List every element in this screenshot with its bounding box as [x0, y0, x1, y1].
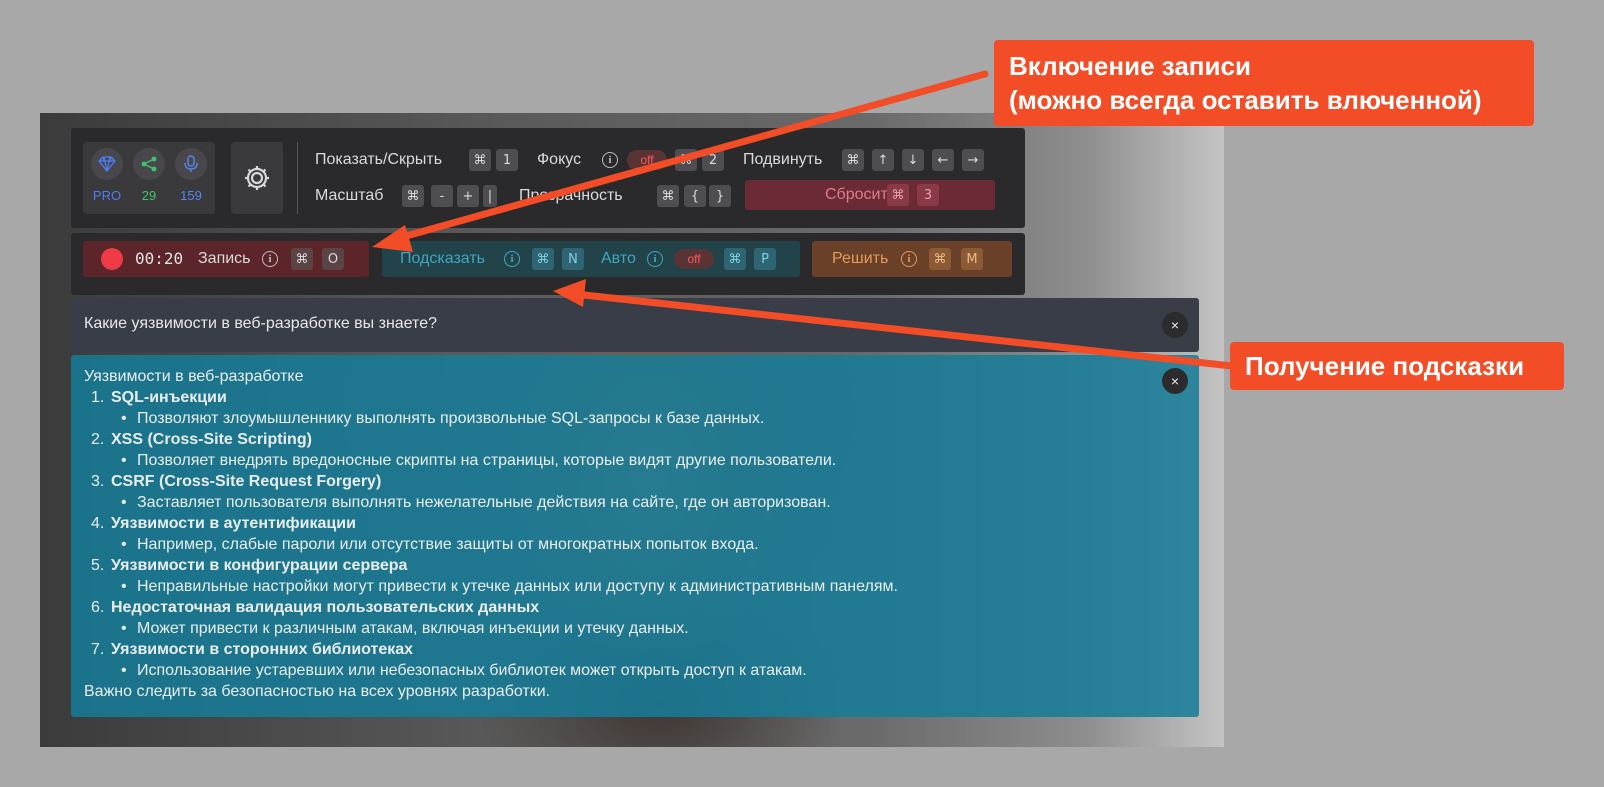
hint-arrow — [553, 279, 1236, 370]
record-callout: Включение записи (можно всегда оставить … — [994, 40, 1534, 126]
hint-callout: Получение подсказки — [1230, 342, 1564, 390]
record-arrow — [372, 70, 989, 252]
record-callout-line1: Включение записи — [1009, 51, 1251, 81]
record-callout-line2: (можно всегда оставить влюченной) — [1009, 85, 1482, 115]
